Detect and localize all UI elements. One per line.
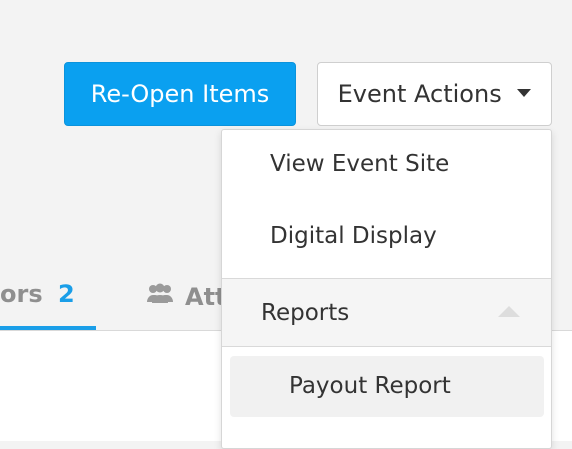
menu-item-digital-display[interactable]: Digital Display xyxy=(222,223,551,249)
reopen-items-button[interactable]: Re-Open Items xyxy=(64,62,296,126)
tab-partial-label[interactable]: ors xyxy=(0,280,43,308)
menu-item-label: View Event Site xyxy=(270,151,450,177)
caret-down-icon xyxy=(517,89,532,97)
tab-attendees[interactable]: Att xyxy=(145,280,227,314)
reopen-items-label: Re-Open Items xyxy=(90,80,270,108)
menu-item-label: Digital Display xyxy=(270,223,437,249)
menu-item-payout-report[interactable]: Payout Report xyxy=(230,356,544,417)
menu-item-label: Payout Report xyxy=(289,373,451,399)
event-actions-dropdown: View Event Site Digital Display Reports … xyxy=(221,129,552,449)
users-icon xyxy=(145,282,175,312)
reports-section-label: Reports xyxy=(261,300,350,326)
menu-item-view-event-site[interactable]: View Event Site xyxy=(222,151,551,177)
event-actions-label: Event Actions xyxy=(337,80,502,108)
tab-count-badge: 2 xyxy=(58,280,75,308)
chevron-up-icon xyxy=(498,306,520,317)
event-actions-button[interactable]: Event Actions xyxy=(317,62,552,126)
reports-section-toggle[interactable]: Reports xyxy=(222,279,551,347)
